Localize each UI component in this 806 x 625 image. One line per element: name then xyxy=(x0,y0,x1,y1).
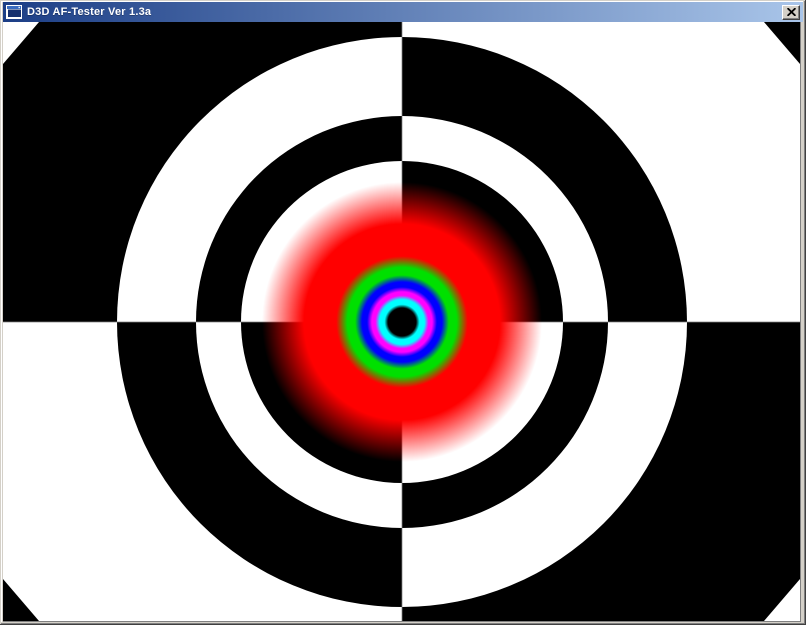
app-icon-dot xyxy=(19,7,20,8)
window-title: D3D AF-Tester Ver 1.3a xyxy=(27,6,151,18)
window-border-highlight-top xyxy=(1,1,803,2)
close-button[interactable] xyxy=(782,5,800,20)
title-bar[interactable]: D3D AF-Tester Ver 1.3a xyxy=(3,2,803,22)
af-test-pattern xyxy=(3,22,800,621)
render-viewport xyxy=(3,22,801,622)
app-window: D3D AF-Tester Ver 1.3a xyxy=(0,0,806,625)
app-icon-body xyxy=(8,10,21,18)
close-icon xyxy=(787,8,796,16)
window-border-highlight-left xyxy=(1,1,2,622)
mip-level-rings xyxy=(262,182,542,462)
app-icon[interactable] xyxy=(6,5,22,19)
